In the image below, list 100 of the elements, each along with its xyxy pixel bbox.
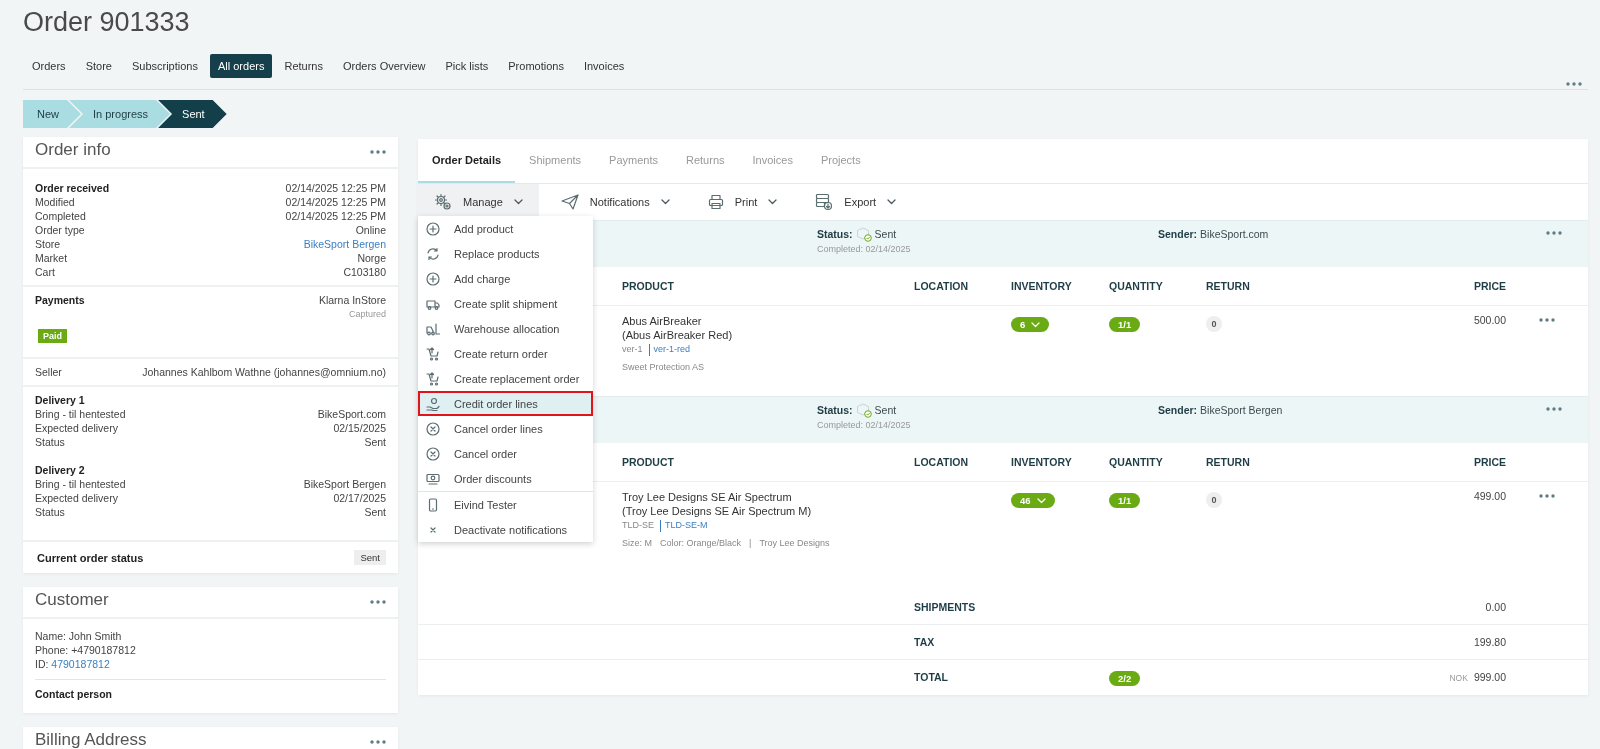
more-icon[interactable] xyxy=(1539,494,1555,498)
total-label: TAX xyxy=(914,636,936,648)
completed-date: Completed: 02/14/2025 xyxy=(817,419,912,432)
store-link[interactable]: BikeSport Bergen xyxy=(303,237,386,251)
x-circle-icon xyxy=(426,446,440,461)
return-count: 0 xyxy=(1206,316,1222,332)
nav-tab[interactable]: Returns xyxy=(276,54,331,78)
menu-item[interactable]: Replace products xyxy=(418,241,593,266)
nav-tab[interactable]: Subscriptions xyxy=(123,54,206,78)
more-icon[interactable] xyxy=(370,740,386,744)
field-label: Bring - til hentested xyxy=(35,477,126,491)
nav-tab[interactable]: All orders xyxy=(209,54,273,78)
product-detail: Sweet Protection AS xyxy=(622,361,705,374)
sender-label: Sender: xyxy=(1158,227,1198,242)
export-icon xyxy=(815,193,834,211)
column-header: INVENTORY xyxy=(1011,280,1073,292)
nav-tab[interactable]: Orders Overview xyxy=(334,54,434,78)
column-header: PRODUCT xyxy=(622,456,675,468)
card-title: Order info xyxy=(35,141,111,161)
product-detail: | xyxy=(749,537,752,550)
total-value: 999.00 xyxy=(1473,671,1506,683)
currency-label: NOK xyxy=(1449,673,1468,683)
field-label: Cart xyxy=(35,265,55,279)
delivery-title: Delivery 2 xyxy=(35,463,86,477)
more-icon[interactable] xyxy=(1539,318,1555,322)
nav-tab[interactable]: Promotions xyxy=(500,54,572,78)
nav-tab[interactable]: Store xyxy=(77,54,120,78)
payment-method: Klarna InStore xyxy=(318,293,386,307)
menu-item[interactable]: Cancel order lines xyxy=(418,416,593,441)
variant-sku-link[interactable]: TLD-SE-M xyxy=(660,520,708,532)
variant-name: (Abus AirBreaker Red) xyxy=(622,328,734,342)
price-value: 499.00 xyxy=(1472,490,1506,502)
field-value: 02/17/2025 xyxy=(333,491,386,505)
menu-item[interactable]: Add charge xyxy=(418,266,593,291)
toolbar-button[interactable]: Export xyxy=(799,184,913,220)
field-label: Bring - til hentested xyxy=(35,407,126,421)
product-detail: Troy Lee Designs xyxy=(759,537,830,550)
field-value: 02/15/2025 xyxy=(333,421,386,435)
field-label: Modified xyxy=(35,195,75,209)
menu-item[interactable]: Eivind Tester xyxy=(418,492,593,517)
menu-item[interactable]: Create return order xyxy=(418,341,593,366)
customer-id-link[interactable]: 4790187812 xyxy=(51,658,110,670)
sender-value: BikeSport.com xyxy=(1200,227,1269,242)
caret-icon xyxy=(660,199,670,205)
status-value: Sent xyxy=(874,227,897,242)
column-header: RETURN xyxy=(1206,456,1251,468)
toolbar-button[interactable]: Print xyxy=(691,184,794,220)
nav-tab[interactable]: Pick lists xyxy=(437,54,497,78)
status-label: Status: xyxy=(817,403,853,418)
menu-item[interactable]: Deactivate notifications xyxy=(418,517,593,542)
page-title: Order 901333 xyxy=(23,6,190,37)
section-heading: Contact person xyxy=(34,687,113,702)
column-header: LOCATION xyxy=(914,280,970,292)
return-count: 0 xyxy=(1206,492,1222,508)
quantity-pill: 2/2 xyxy=(1109,671,1141,686)
field-value: Sent xyxy=(364,505,386,519)
more-icon[interactable] xyxy=(1546,231,1562,235)
hand-coin-icon xyxy=(426,396,440,411)
nav-tab[interactable]: Orders xyxy=(24,54,74,78)
field-value: C103180 xyxy=(343,265,386,279)
product-detail: Color: Orange/Black xyxy=(660,537,742,550)
status-label: Status: xyxy=(817,227,853,242)
quantity-pill: 1/1 xyxy=(1109,493,1141,508)
menu-item[interactable]: Create replacement order xyxy=(418,366,593,391)
status-value: Sent xyxy=(874,403,897,418)
more-icon[interactable] xyxy=(1546,407,1562,411)
field-label: Market xyxy=(35,251,68,265)
menu-item[interactable]: Cancel order xyxy=(418,441,593,466)
status-chip: Sent xyxy=(354,550,386,565)
plus-circle-icon xyxy=(426,221,440,236)
cash-icon xyxy=(426,471,440,486)
field-label: Completed xyxy=(35,209,86,223)
package-check-icon xyxy=(855,402,872,418)
more-icon[interactable] xyxy=(370,600,386,604)
customer-field: Phone: +4790187812 xyxy=(35,643,386,657)
refresh-icon xyxy=(426,246,440,261)
menu-item[interactable]: Credit order lines xyxy=(418,391,593,416)
caret-icon xyxy=(1036,497,1046,504)
variant-name: (Troy Lee Designs SE Air Spectrum M) xyxy=(622,504,813,518)
menu-item[interactable]: Warehouse allocation xyxy=(418,316,593,341)
menu-item[interactable]: Order discounts xyxy=(418,466,593,491)
more-icon[interactable] xyxy=(1566,82,1582,86)
variant-sku-link[interactable]: ver-1-red xyxy=(648,344,691,356)
gear-icon xyxy=(434,193,452,211)
column-header: QUANTITY xyxy=(1109,456,1164,468)
column-header: INVENTORY xyxy=(1011,456,1073,468)
menu-item[interactable]: Create split shipment xyxy=(418,291,593,316)
field-label: Current order status xyxy=(37,551,144,564)
field-label: Store xyxy=(35,237,61,251)
more-icon[interactable] xyxy=(370,150,386,154)
field-value: Sent xyxy=(364,435,386,449)
sku-text: ver-1 xyxy=(622,343,643,356)
column-header: QUANTITY xyxy=(1109,280,1164,292)
field-label: Expected delivery xyxy=(35,491,118,505)
caret-icon xyxy=(768,199,778,205)
nav-tab[interactable]: Invoices xyxy=(575,54,633,78)
field-label: Order type xyxy=(35,223,85,237)
field-value: Norge xyxy=(357,251,386,265)
print-icon xyxy=(707,194,724,210)
field-label: ID: xyxy=(35,658,50,670)
